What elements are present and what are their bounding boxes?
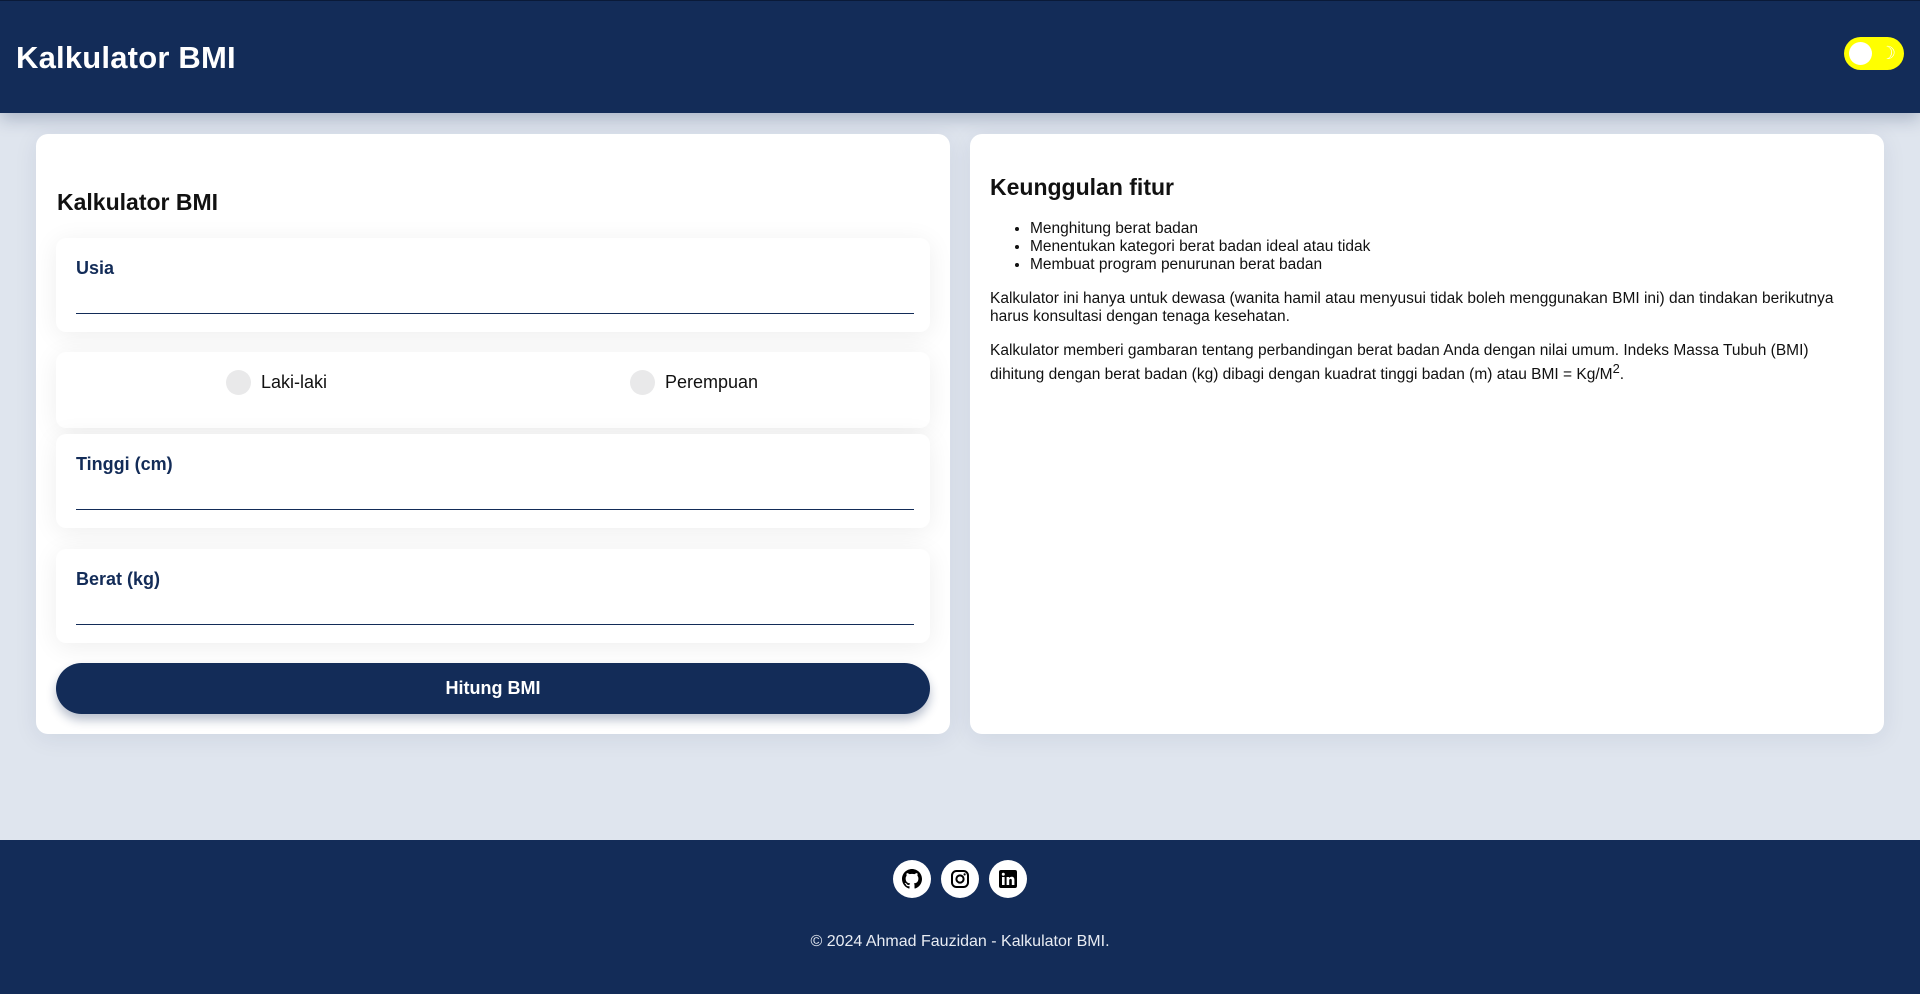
features-card: Keunggulan fitur Menghitung berat badan … — [970, 134, 1884, 734]
bmi-form-card: Kalkulator BMI Usia Laki-laki Perempuan … — [36, 134, 950, 734]
gender-field: Laki-laki Perempuan — [56, 352, 930, 428]
copyright-text: © 2024 Ahmad Fauzidan - Kalkulator BMI. — [810, 933, 1110, 950]
features-list: Menghitung berat badan Menentukan katego… — [1030, 220, 1850, 274]
radio-label-laki-laki: Laki-laki — [261, 372, 328, 392]
app-header: Kalkulator BMI ☽ — [0, 0, 1920, 113]
radio-label-perempuan: Perempuan — [665, 372, 759, 392]
github-icon — [902, 869, 922, 889]
tinggi-field: Tinggi (cm) — [56, 434, 930, 528]
moon-icon: ☽ — [1879, 43, 1896, 63]
berat-label: Berat (kg) — [76, 569, 161, 589]
radio-perempuan[interactable] — [630, 370, 655, 395]
toggle-knob — [1849, 42, 1872, 65]
formula-text: Kalkulator memberi gambaran tentang perb… — [990, 342, 1809, 384]
form-title: Kalkulator BMI — [57, 189, 219, 215]
github-link[interactable] — [893, 860, 931, 898]
berat-input[interactable] — [76, 599, 914, 625]
features-title: Keunggulan fitur — [990, 174, 1174, 200]
usia-input[interactable] — [76, 288, 914, 314]
berat-field: Berat (kg) — [56, 549, 930, 643]
radio-laki-laki[interactable] — [226, 370, 251, 395]
feature-item: Menghitung berat badan — [1030, 220, 1850, 238]
app-title: Kalkulator BMI — [16, 40, 236, 75]
instagram-icon — [951, 870, 969, 888]
feature-item: Membuat program penurunan berat badan — [1030, 256, 1850, 274]
tinggi-label: Tinggi (cm) — [76, 454, 173, 474]
disclaimer-paragraph: Kalkulator ini hanya untuk dewasa (wanit… — [990, 290, 1834, 325]
formula-period: . — [1619, 366, 1625, 384]
linkedin-icon — [999, 870, 1017, 888]
page-footer: © 2024 Ahmad Fauzidan - Kalkulator BMI. — [0, 840, 1920, 994]
usia-label: Usia — [76, 258, 115, 278]
gender-option-perempuan[interactable]: Perempuan — [630, 370, 758, 395]
linkedin-link[interactable] — [989, 860, 1027, 898]
formula-superscript: 2 — [1612, 361, 1620, 376]
theme-toggle[interactable]: ☽ — [1844, 37, 1904, 70]
instagram-link[interactable] — [941, 860, 979, 898]
gender-option-laki-laki[interactable]: Laki-laki — [226, 370, 327, 395]
formula-paragraph: Kalkulator memberi gambaran tentang perb… — [990, 342, 1860, 384]
hitung-bmi-button[interactable]: Hitung BMI — [56, 663, 930, 714]
tinggi-input[interactable] — [76, 484, 914, 510]
feature-item: Menentukan kategori berat badan ideal at… — [1030, 238, 1850, 256]
usia-field: Usia — [56, 238, 930, 332]
